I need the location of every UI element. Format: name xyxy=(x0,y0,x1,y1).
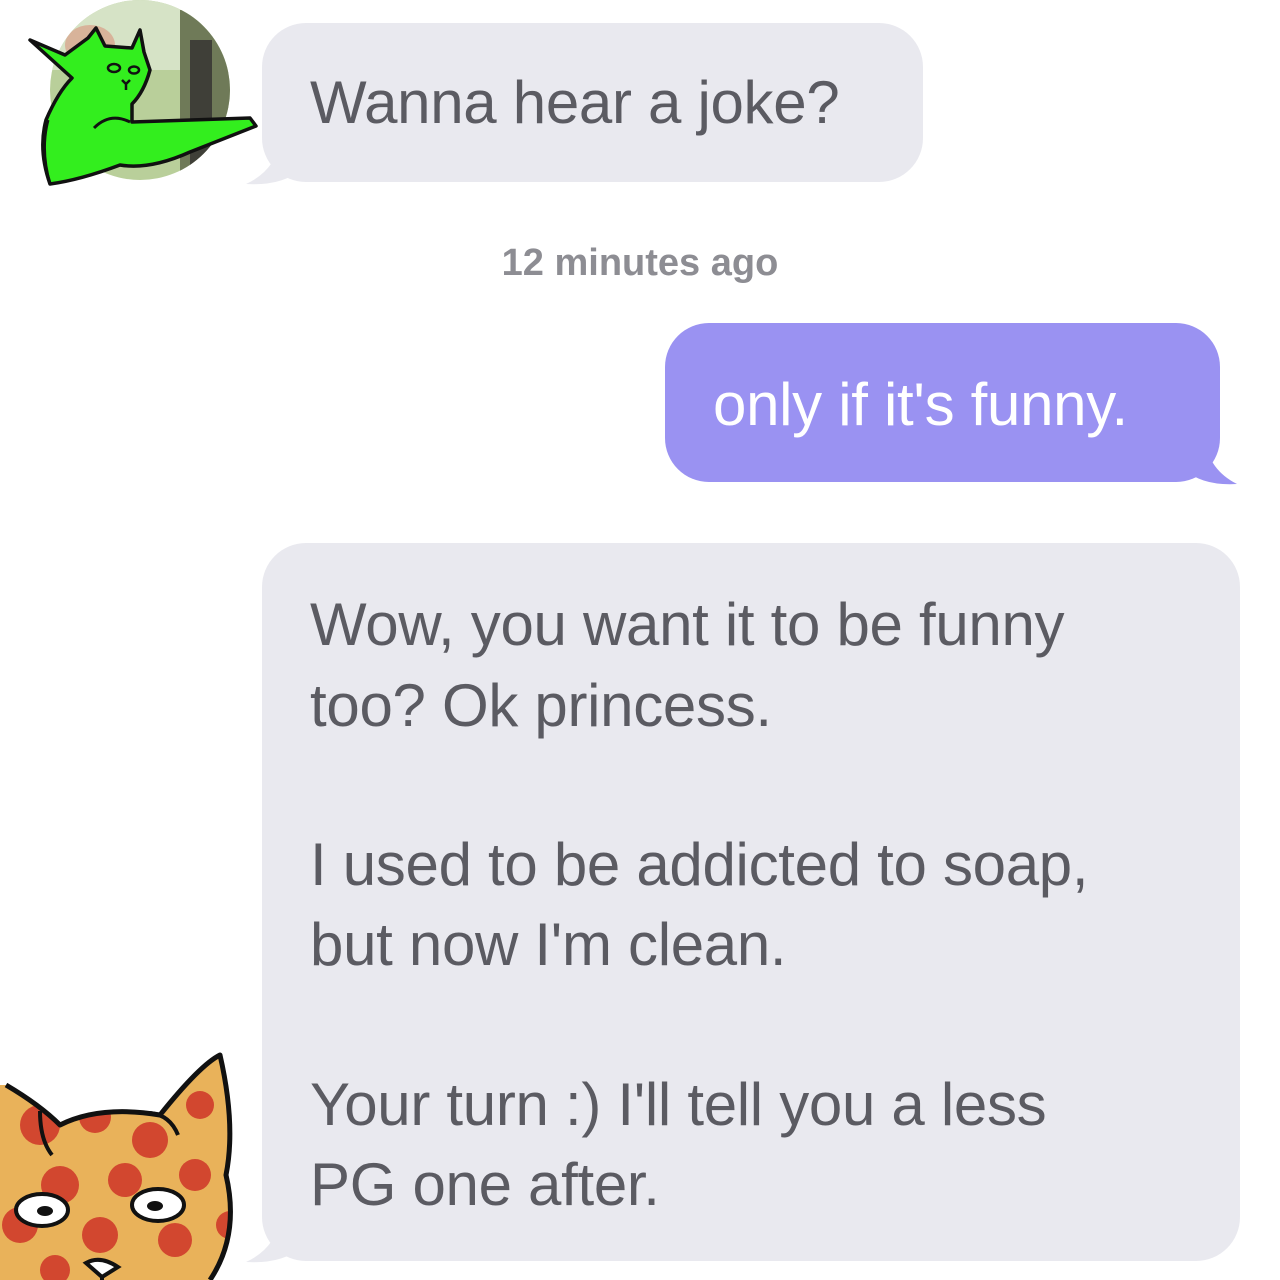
message-bubble-incoming[interactable]: Wow, you want it to be funny too? Ok pri… xyxy=(262,543,1240,1261)
message-text-line: too? Ok princess. xyxy=(310,672,772,739)
green-cat-avatar-icon[interactable] xyxy=(10,0,270,200)
message-bubble-incoming[interactable]: Wanna hear a joke? xyxy=(262,23,923,182)
message-text: Wanna hear a joke? xyxy=(310,69,840,136)
message-text-line: but now I'm clean. xyxy=(310,911,787,978)
message-text-line: Your turn :) I'll tell you a less xyxy=(310,1071,1047,1138)
message-text-line: Wow, you want it to be funny xyxy=(310,591,1065,658)
message-text-line: I used to be addicted to soap, xyxy=(310,831,1089,898)
message-text-line: PG one after. xyxy=(310,1151,660,1218)
message-bubble-outgoing[interactable]: only if it's funny. xyxy=(665,323,1220,482)
message-timestamp: 12 minutes ago xyxy=(501,242,779,284)
message-text: only if it's funny. xyxy=(713,371,1128,438)
pizza-cat-avatar-icon[interactable] xyxy=(0,1045,250,1280)
